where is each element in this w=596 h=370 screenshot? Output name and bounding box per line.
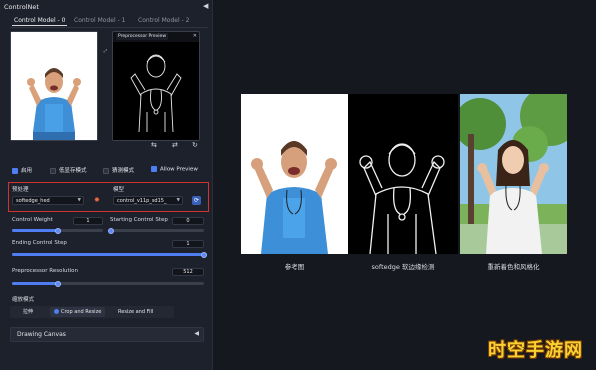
starting-step-track[interactable] (111, 229, 204, 232)
send-dimensions-icon[interactable]: ⇄ (172, 141, 178, 149)
resize-mode-label: 缩放模式 (12, 297, 35, 303)
checkbox-unchecked-icon[interactable] (103, 167, 109, 174)
guess-mode-checkbox[interactable]: 猜测模式 (103, 166, 134, 176)
resolution-input[interactable]: 512 (172, 268, 204, 276)
ending-step-fill (12, 253, 204, 256)
checkbox-checked-icon[interactable] (151, 166, 157, 172)
tab-control-model-0[interactable]: Control Model - 0 (12, 16, 68, 26)
resize-option-resize-and-fill[interactable]: Resize and Fill (114, 307, 157, 317)
edge-map-thumbnail (113, 42, 199, 140)
resize-option-stretch[interactable]: 拉伸 (12, 307, 37, 317)
ending-step-label: Ending Control Step (12, 240, 67, 246)
control-weight-fill (12, 229, 58, 232)
tab-control-model-1[interactable]: Control Model - 1 (72, 16, 127, 25)
resize-option-crop-and-resize[interactable]: Crop and Resize (50, 307, 106, 317)
drawing-canvas-accordion[interactable]: Drawing Canvas ◀ (10, 327, 204, 342)
site-watermark-logo: 时空手游网 (488, 340, 583, 361)
allow-preview-checkbox[interactable]: Allow Preview (151, 166, 198, 176)
control-model-tabs: Control Model - 0 Control Model - 1 Cont… (10, 16, 208, 28)
caption-stylized: 重新着色和风格化 (487, 263, 540, 271)
starting-step-slider[interactable] (108, 227, 114, 234)
collapse-caret-icon[interactable]: ◀ (203, 2, 208, 10)
ending-step-slider[interactable] (201, 251, 207, 258)
resize-mode-radio-group: 拉伸 Crop and Resize Resize and Fill (10, 306, 174, 318)
controlnet-panel: ControlNet ◀ Control Model - 0 Control M… (0, 0, 213, 370)
run-preprocessor-icon[interactable]: ✸ (94, 196, 100, 204)
reference-image (241, 94, 348, 254)
model-label: 模型 (113, 187, 125, 193)
starting-step-label: Starting Control Step (110, 217, 168, 223)
checkbox-unchecked-icon[interactable] (50, 167, 56, 174)
enable-checkbox[interactable]: 启用 (12, 166, 32, 176)
caption-reference: 参考图 (284, 263, 305, 271)
model-select[interactable]: control_v11p_sd15_ ▼ (113, 196, 183, 205)
starting-step-input[interactable]: 0 (172, 217, 204, 225)
resolution-fill (12, 282, 59, 285)
tab-control-model-2[interactable]: Control Model - 2 (136, 16, 191, 25)
radio-selected-icon (54, 309, 59, 314)
preprocessor-select[interactable]: softedge_hed ▼ (12, 196, 84, 205)
reference-woman-thumbnail (11, 32, 97, 140)
resolution-label: Preprocessor Resolution (12, 268, 78, 274)
drawing-canvas-label: Drawing Canvas (17, 331, 66, 338)
control-weight-input[interactable]: 1 (73, 217, 103, 225)
control-weight-slider[interactable] (54, 227, 61, 234)
low-vram-checkbox[interactable]: 低显存模式 (50, 166, 87, 176)
control-weight-label: Control Weight (12, 217, 53, 223)
caption-softedge: softedge 软边缘检测 (371, 263, 435, 271)
stylized-image (460, 94, 567, 254)
chevron-down-icon: ▼ (77, 198, 81, 203)
resolution-slider[interactable] (55, 280, 62, 287)
checkbox-checked-icon[interactable] (12, 167, 18, 174)
softedge-image (348, 94, 458, 254)
swap-size-icon[interactable]: ⇆ (151, 141, 157, 149)
ending-step-input[interactable]: 1 (172, 240, 204, 248)
preprocessor-label: 预处理 (12, 187, 29, 193)
collapse-caret-icon[interactable]: ◀ (194, 330, 199, 337)
preprocessor-preview-box: Preprocessor Preview ✕ (112, 31, 200, 141)
reload-icon[interactable]: ↻ (192, 141, 198, 149)
chevron-down-icon: ▼ (176, 198, 180, 203)
panel-title: ControlNet (4, 3, 39, 11)
expand-icon[interactable]: ⤢ (104, 48, 107, 53)
refresh-models-icon[interactable]: ⟳ (192, 196, 201, 205)
input-image-box[interactable]: 图像 ✕ ⤢ (10, 31, 107, 141)
